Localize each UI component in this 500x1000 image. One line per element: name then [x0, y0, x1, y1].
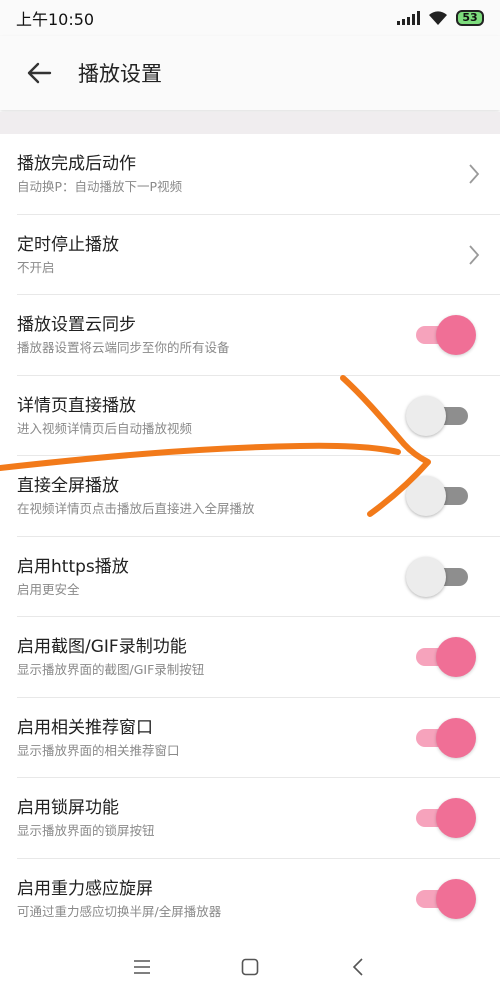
nav-back-button[interactable] — [343, 952, 373, 982]
signal-icon — [397, 11, 420, 25]
https-toggle[interactable] — [406, 556, 476, 597]
setting-row-after-playback[interactable]: 播放完成后动作 自动换P：自动播放下一P视频 — [0, 134, 500, 215]
screenshot-gif-toggle[interactable] — [406, 637, 476, 678]
system-nav-bar — [0, 934, 500, 1000]
setting-row-timer-stop[interactable]: 定时停止播放 不开启 — [0, 215, 500, 296]
setting-row-lock-screen: 启用锁屏功能 显示播放界面的锁屏按钮 — [0, 778, 500, 859]
recommend-window-toggle[interactable] — [406, 717, 476, 758]
back-chevron-icon — [352, 958, 363, 976]
chevron-right-icon — [469, 164, 480, 184]
setting-subtitle: 自动换P：自动播放下一P视频 — [17, 179, 183, 195]
home-button[interactable] — [235, 952, 265, 982]
setting-row-screenshot-gif: 启用截图/GIF录制功能 显示播放界面的截图/GIF录制按钮 — [0, 617, 500, 698]
setting-row-recommend-window: 启用相关推荐窗口 显示播放界面的相关推荐窗口 — [0, 698, 500, 779]
battery-icon: 53 — [456, 10, 484, 26]
setting-row-direct-fullscreen: 直接全屏播放 在视频详情页点击播放后直接进入全屏播放 — [0, 456, 500, 537]
lock-screen-toggle[interactable] — [406, 798, 476, 839]
home-square-icon — [241, 958, 259, 976]
status-time: 上午10:50 — [16, 10, 95, 29]
status-bar: 上午10:50 53 — [0, 0, 500, 36]
gravity-rotate-toggle[interactable] — [406, 878, 476, 919]
setting-row-gravity-rotate: 启用重力感应旋屏 可通过重力感应切换半屏/全屏播放器 — [0, 859, 500, 940]
menu-icon — [134, 960, 150, 974]
chevron-right-icon — [469, 245, 480, 265]
direct-fullscreen-toggle[interactable] — [406, 476, 476, 517]
detail-autoplay-toggle[interactable] — [406, 395, 476, 436]
cloud-sync-toggle[interactable] — [406, 315, 476, 356]
app-bar: 播放设置 — [0, 36, 500, 110]
setting-row-cloud-sync: 播放设置云同步 播放器设置将云端同步至你的所有设备 — [0, 295, 500, 376]
menu-button[interactable] — [127, 952, 157, 982]
setting-row-detail-autoplay: 详情页直接播放 进入视频详情页后自动播放视频 — [0, 376, 500, 457]
back-button[interactable] — [0, 36, 78, 110]
wifi-icon — [428, 10, 448, 26]
page-title: 播放设置 — [78, 62, 162, 86]
arrow-left-icon — [27, 62, 52, 84]
setting-title: 播放完成后动作 — [17, 154, 136, 175]
setting-row-https: 启用https播放 启用更安全 — [0, 537, 500, 618]
setting-subtitle: 不开启 — [17, 259, 55, 275]
settings-list: 播放完成后动作 自动换P：自动播放下一P视频 定时停止播放 不开启 播放设置云同… — [0, 134, 500, 939]
setting-title: 定时停止播放 — [17, 234, 119, 255]
section-divider — [0, 112, 500, 134]
status-icons: 53 — [397, 10, 484, 26]
